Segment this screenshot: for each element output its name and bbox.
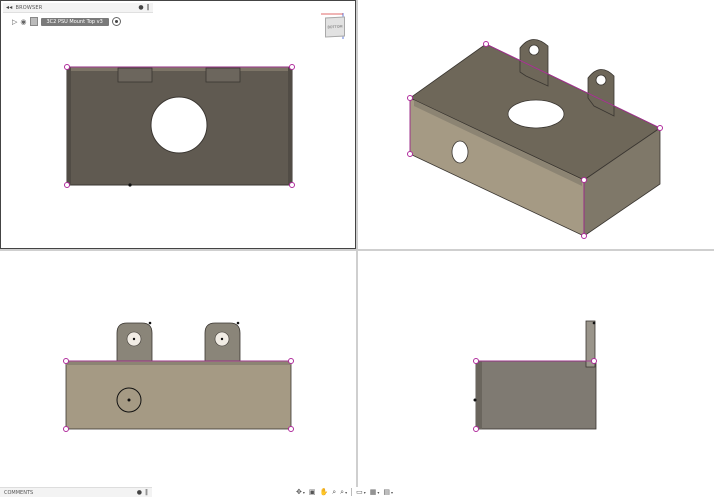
viewport-splitter-horizontal[interactable] [0,249,714,251]
orbit-icon[interactable]: ✥ ▾ [296,488,305,496]
browser-panel: ◂◂ BROWSER ● ‖ ▷ ◉ 3C2 PSU Mount Top v3 [3,3,153,31]
browser-title: BROWSER [15,4,43,11]
viewport-bottom[interactable]: ◂◂ BROWSER ● ‖ ▷ ◉ 3C2 PSU Mount Top v3 … [0,0,356,249]
browser-header: ◂◂ BROWSER ● ‖ [3,3,153,13]
grid-icon[interactable]: ▦ ▾ [370,488,380,496]
expand-caret-icon[interactable]: ▷ [12,18,17,26]
viewport-splitter-vertical[interactable] [356,0,358,487]
zoom-icon[interactable]: ⌕ [332,488,336,497]
fit-icon[interactable]: ⌕ ▾ [340,488,347,497]
viewport-front[interactable] [0,251,356,487]
bottom-view-model[interactable] [1,1,356,249]
document-icon [29,17,38,26]
viewport-side[interactable] [358,251,714,487]
panel-pin-icon[interactable]: ● [138,4,143,11]
visibility-eye-icon[interactable]: ◉ [20,18,26,26]
comments-title: COMMENTS [4,489,34,496]
browser-tree-item[interactable]: ▷ ◉ 3C2 PSU Mount Top v3 [3,16,153,27]
viewcube[interactable]: BOTTOM [321,11,347,41]
viewcube-face[interactable]: BOTTOM [325,16,345,38]
comments-panel[interactable]: COMMENTS ● ‖ [0,487,152,497]
viewport-isometric[interactable] [358,0,714,249]
front-view-model[interactable] [0,251,356,487]
document-name[interactable]: 3C2 PSU Mount Top v3 [40,17,109,26]
side-view-model[interactable] [358,251,714,487]
viewports-icon[interactable]: ▤ ▾ [383,488,393,496]
activate-radio-icon[interactable] [111,17,121,26]
pan-icon[interactable]: ✋ [320,488,329,496]
look-at-icon[interactable]: ▣ [309,488,316,496]
toolbar-divider [351,488,353,496]
add-comment-icon[interactable]: ● [137,489,142,496]
collapse-icon[interactable]: ◂◂ [6,4,12,11]
navigation-toolbar: ✥ ▾ ▣ ✋ ⌕ ⌕ ▾ ▭ ▾ ▦ ▾ ▤ ▾ [296,487,393,497]
display-settings-icon[interactable]: ▭ ▾ [356,488,366,496]
comments-panel-menu-icon[interactable]: ‖ [145,489,148,496]
isometric-view-model[interactable] [358,0,714,249]
panel-menu-icon[interactable]: ‖ [147,4,150,11]
